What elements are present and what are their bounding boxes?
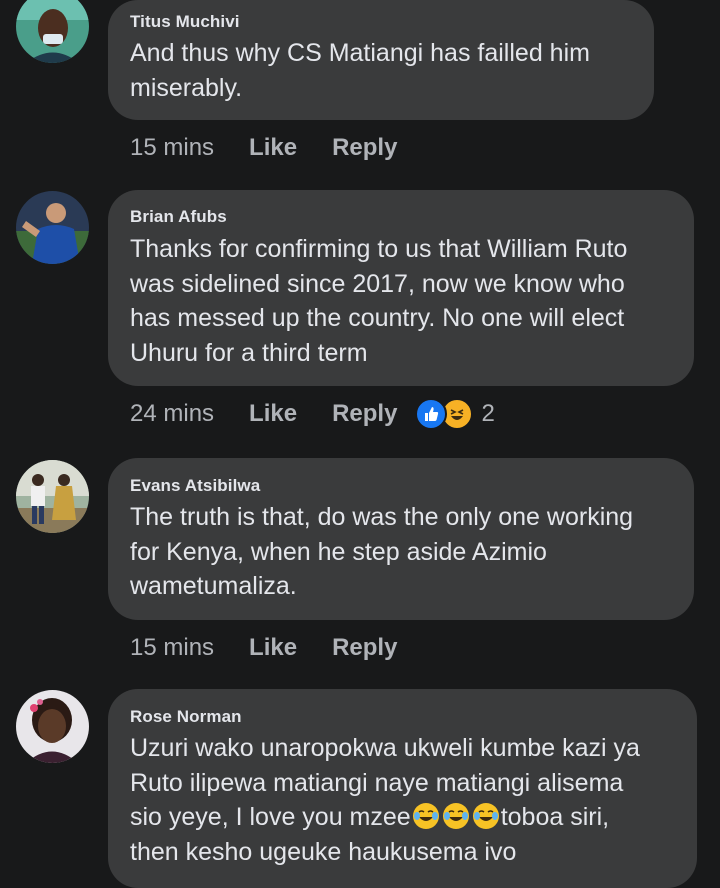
comment-text-line: sio yeye, I love you mzee toboa siri,: [130, 800, 679, 835]
avatar[interactable]: [16, 191, 89, 264]
comment-author[interactable]: Rose Norman: [130, 707, 242, 727]
comment-text-segment: toboa siri,: [500, 803, 610, 831]
reaction-summary[interactable]: 2: [415, 398, 495, 430]
like-button[interactable]: Like: [249, 634, 297, 662]
comment-text-line: Ruto ilipewa matiangi naye matiangi alis…: [130, 768, 624, 797]
comment-author[interactable]: Brian Afubs: [130, 207, 227, 227]
like-button[interactable]: Like: [249, 134, 297, 162]
comment-bubble: Evans Atsibilwa The truth is that, do wa…: [108, 458, 694, 620]
comment-actions: 15 mins Like Reply: [130, 634, 397, 662]
tears-of-joy-icon: [472, 803, 499, 829]
comment-time[interactable]: 24 mins: [130, 400, 214, 428]
comment-text: And thus why CS Matiangi has failled him…: [130, 39, 590, 102]
comment-text: Thanks for confirming to us that William…: [130, 235, 628, 367]
comment-text-line: then kesho ugeuke haukusema ivo: [130, 837, 517, 866]
reply-button[interactable]: Reply: [332, 134, 397, 162]
tears-of-joy-icon: [412, 803, 439, 829]
reply-button[interactable]: Reply: [332, 400, 397, 428]
comment-bubble: Rose Norman Uzuri wako unaropokwa ukweli…: [108, 689, 697, 888]
comment-author[interactable]: Titus Muchivi: [130, 12, 240, 32]
comment-actions: 24 mins Like Reply 2: [130, 398, 495, 430]
reaction-count: 2: [481, 400, 495, 427]
comment-time[interactable]: 15 mins: [130, 634, 214, 662]
like-icon: [415, 398, 448, 430]
comment-time[interactable]: 15 mins: [130, 134, 214, 162]
avatar[interactable]: [16, 460, 89, 533]
comment-text-line: Uzuri wako unaropokwa ukweli kumbe kazi …: [130, 734, 640, 762]
comment-text-segment: sio yeye, I love you mzee: [130, 803, 411, 831]
reply-button[interactable]: Reply: [332, 634, 397, 662]
comment-author[interactable]: Evans Atsibilwa: [130, 476, 260, 496]
tears-of-joy-icon: [442, 803, 469, 829]
comment-bubble: Titus Muchivi And thus why CS Matiangi h…: [108, 0, 654, 120]
like-button[interactable]: Like: [249, 400, 297, 428]
comment-bubble: Brian Afubs Thanks for confirming to us …: [108, 190, 694, 386]
avatar[interactable]: [16, 690, 89, 763]
avatar[interactable]: [16, 0, 89, 63]
comment-text: Uzuri wako unaropokwa ukweli kumbe kazi …: [130, 731, 679, 869]
comment-text: The truth is that, do was the only one w…: [130, 503, 634, 600]
comment-actions: 15 mins Like Reply: [130, 134, 397, 162]
